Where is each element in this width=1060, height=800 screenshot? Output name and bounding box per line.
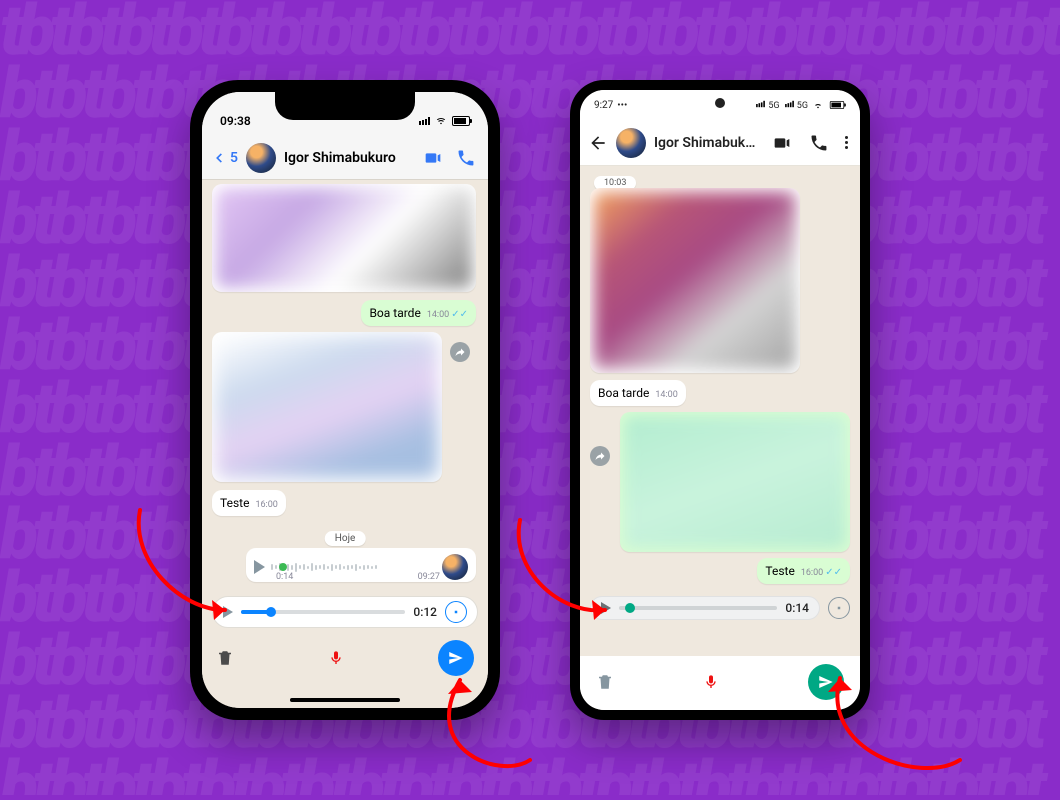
recording-time: 0:14 [785, 601, 809, 615]
message-incoming[interactable]: Boa tarde 14:00 [590, 380, 686, 406]
android-status-bar: 9:27 ••• 5G 5G [580, 90, 860, 120]
avatar[interactable] [246, 143, 276, 173]
delete-recording-button[interactable] [596, 672, 614, 692]
record-again-button[interactable] [328, 647, 344, 669]
more-options-button[interactable] [841, 136, 852, 149]
delete-recording-button[interactable] [216, 648, 234, 668]
play-button[interactable] [601, 602, 611, 614]
forward-icon[interactable] [450, 342, 470, 362]
wifi-icon [812, 100, 824, 110]
back-button[interactable] [212, 149, 226, 167]
read-ticks-icon: ✓✓ [825, 567, 842, 578]
phone-ios-frame: 09:38 5 Igor Shimabukuro [190, 80, 500, 720]
message-outgoing[interactable]: Teste 16:00 ✓✓ [757, 558, 850, 584]
read-ticks-icon: ✓✓ [451, 309, 468, 320]
resume-record-button[interactable] [445, 601, 467, 623]
message-time: 14:00 [655, 390, 677, 400]
recorder-action-bar [580, 656, 860, 710]
video-call-button[interactable] [420, 150, 446, 166]
scrubber-handle[interactable] [266, 607, 276, 617]
message-time: 16:00 [255, 500, 277, 510]
message-media-blurred[interactable] [212, 184, 476, 292]
message-incoming[interactable]: Teste 16:00 [212, 490, 286, 516]
recording-track[interactable] [241, 610, 405, 614]
resume-record-button[interactable] [828, 597, 850, 619]
voice-call-button[interactable] [454, 148, 478, 168]
message-text: Boa tarde [369, 306, 420, 320]
forward-icon[interactable] [590, 446, 610, 466]
contact-name[interactable]: Igor Shimabukuro [284, 150, 412, 166]
battery-icon [452, 116, 470, 126]
battery-icon [830, 101, 844, 109]
recording-time: 0:12 [413, 605, 437, 619]
recording-track[interactable] [619, 606, 777, 610]
date-pill: Hoje [325, 531, 366, 546]
wifi-icon [434, 116, 448, 126]
android-chat-body[interactable]: 10:03 Boa tarde 14:00 Teste 16:00 ✓✓ [580, 166, 860, 656]
message-time: 16:00 [801, 568, 823, 578]
status-time: 09:38 [220, 114, 251, 128]
message-outgoing[interactable]: Boa tarde 14:00 ✓✓ [361, 300, 476, 326]
android-chat-header: Igor Shimabukuro [580, 120, 860, 166]
message-media-blurred[interactable] [620, 412, 850, 552]
voice-time: 09:27 [418, 572, 440, 582]
message-time: 14:00 [427, 310, 449, 320]
video-call-button[interactable] [767, 135, 797, 151]
back-unread-count[interactable]: 5 [230, 150, 238, 166]
avatar [442, 554, 468, 580]
contact-name[interactable]: Igor Shimabukuro [654, 135, 759, 151]
message-text: Boa tarde [598, 386, 649, 400]
notch-icon [275, 92, 415, 120]
progress-head-icon [279, 563, 287, 571]
message-text: Teste [765, 564, 794, 578]
record-again-button[interactable] [703, 671, 719, 693]
status-time: 9:27 [594, 100, 613, 111]
back-button[interactable] [588, 133, 608, 153]
recording-preview: 0:12 [212, 596, 478, 628]
phone-android-frame: 9:27 ••• 5G 5G Igor Shimabukuro [570, 80, 870, 720]
voice-call-button[interactable] [805, 133, 833, 153]
play-button[interactable] [223, 606, 233, 618]
message-media-blurred[interactable] [212, 332, 442, 482]
network-label: 5G [784, 100, 808, 111]
scrubber-handle[interactable] [625, 603, 635, 613]
message-media-blurred[interactable] [590, 188, 800, 373]
message-text: Teste [220, 496, 249, 510]
send-button[interactable] [808, 664, 844, 700]
waveform[interactable] [271, 560, 436, 574]
voice-duration: 0:14 [276, 572, 293, 582]
cellular-icon [419, 117, 430, 125]
home-indicator-icon[interactable] [290, 698, 400, 702]
network-label: 5G [755, 100, 779, 111]
android-screen: 9:27 ••• 5G 5G Igor Shimabukuro [580, 90, 860, 710]
ios-chat-header: 5 Igor Shimabukuro [202, 136, 488, 180]
ios-screen: 09:38 5 Igor Shimabukuro [202, 92, 488, 708]
avatar[interactable] [616, 128, 646, 158]
voice-message-outgoing[interactable]: 0:14 09:27 [246, 548, 476, 582]
recorder-action-bar [202, 634, 488, 678]
send-button[interactable] [438, 640, 474, 676]
play-icon[interactable] [254, 560, 265, 574]
recording-preview: 0:14 [590, 596, 820, 620]
status-dots-icon: ••• [617, 100, 627, 111]
ios-chat-body[interactable]: Boa tarde 14:00 ✓✓ Teste 16:00 Hoje [202, 180, 488, 708]
